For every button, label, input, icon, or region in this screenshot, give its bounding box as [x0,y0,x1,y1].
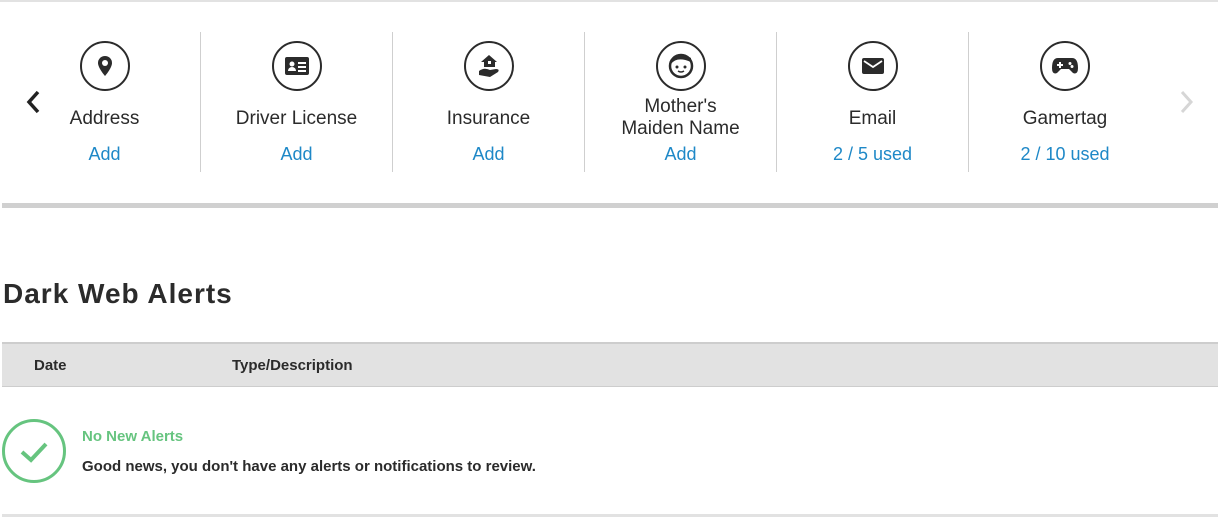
item-label: Insurance [446,108,531,129]
id-card-icon [272,41,322,91]
carousel-item-gamertag[interactable]: Gamertag 2 / 10 used [969,32,1161,172]
carousel-item-address[interactable]: Address Add [9,32,201,172]
add-maiden-name-link[interactable]: Add [585,144,776,165]
carousel-item-mothers-maiden-name[interactable]: Mother's Maiden Name Add [585,32,777,172]
alerts-table-header: Date Type/Description [2,342,1218,387]
empty-state-message: Good news, you don't have any alerts or … [82,458,536,475]
item-label: Email [848,108,897,129]
chevron-right-icon [1180,90,1194,114]
gamertag-usage-link[interactable]: 2 / 10 used [969,144,1161,165]
empty-state-title: No New Alerts [82,428,184,445]
add-address-link[interactable]: Add [9,144,200,165]
gamepad-icon [1040,41,1090,91]
location-pin-icon [80,41,130,91]
add-insurance-link[interactable]: Add [393,144,584,165]
column-type-description: Type/Description [232,357,353,374]
bottom-divider [2,514,1218,517]
carousel-item-driver-license[interactable]: Driver License Add [201,32,393,172]
face-icon [656,41,706,91]
section-divider [2,203,1218,208]
item-label-line1: Mother's [644,96,717,117]
carousel-item-email[interactable]: Email 2 / 5 used [777,32,969,172]
add-driver-license-link[interactable]: Add [201,144,392,165]
email-usage-link[interactable]: 2 / 5 used [777,144,968,165]
top-divider [0,0,1218,2]
column-date: Date [34,357,67,374]
carousel-next-button[interactable] [1174,86,1198,118]
carousel-item-insurance[interactable]: Insurance Add [393,32,585,172]
item-label: Mother's Maiden Name [585,96,776,140]
item-label: Driver License [235,108,358,129]
insurance-hand-house-icon [464,41,514,91]
personal-info-carousel: Address Add Driver License Add Insurance… [9,32,1161,172]
item-label: Gamertag [1022,108,1108,129]
envelope-icon [848,41,898,91]
item-label-line2: Maiden Name [621,118,740,139]
check-circle-icon [2,419,66,483]
section-title: Dark Web Alerts [3,278,233,309]
item-label: Address [69,108,140,129]
